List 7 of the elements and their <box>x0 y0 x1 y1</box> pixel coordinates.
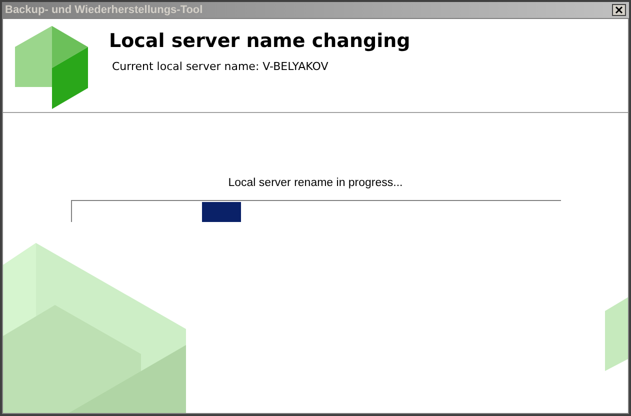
close-icon <box>615 6 623 14</box>
status-text: Local server rename in progress... <box>228 176 403 191</box>
header-title: Local server name changing <box>109 29 410 54</box>
window-title: Backup- und Wiederherstellungs-Tool <box>5 2 203 18</box>
logo-icon <box>15 26 89 109</box>
close-button[interactable] <box>612 4 626 16</box>
header-subtitle: Current local server name: V-BELYAKOV <box>112 58 330 74</box>
